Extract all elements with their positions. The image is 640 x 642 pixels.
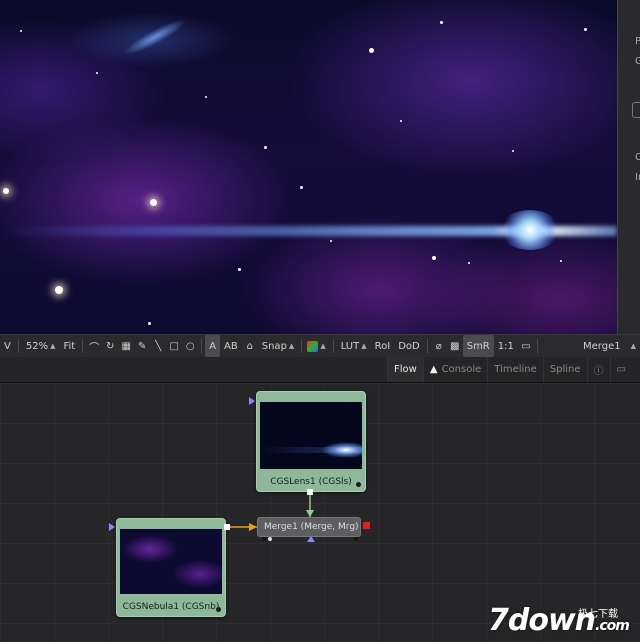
merge-dot [262,537,266,541]
node-label: CGSLens1 (CGSls) [270,477,352,487]
node-cgsnebula[interactable]: CGSNebula1 (CGSnb) [116,518,226,617]
node-output-port[interactable] [307,489,313,495]
node-status-dot [356,482,361,487]
merge-mask-input[interactable] [307,536,315,542]
node-thumbnail [260,402,362,469]
node-label: CGSNebula1 (CGSnb) [122,602,220,612]
merge-dot [268,537,272,541]
node-input-port[interactable] [109,523,115,531]
watermark-text: 极七下载 [578,609,618,620]
node-status-dot [216,607,221,612]
merge-dot [354,537,358,541]
node-label: Merge1 (Merge, Mrg) [264,522,359,532]
node-cgslens[interactable]: CGSLens1 (CGSls) [256,391,366,492]
merge-output-port[interactable] [363,522,370,529]
node-input-port[interactable] [249,397,255,405]
node-output-port[interactable] [224,524,230,530]
node-connections [230,490,314,531]
node-thumbnail [120,529,222,594]
node-merge[interactable]: Merge1 (Merge, Mrg) [257,517,361,537]
